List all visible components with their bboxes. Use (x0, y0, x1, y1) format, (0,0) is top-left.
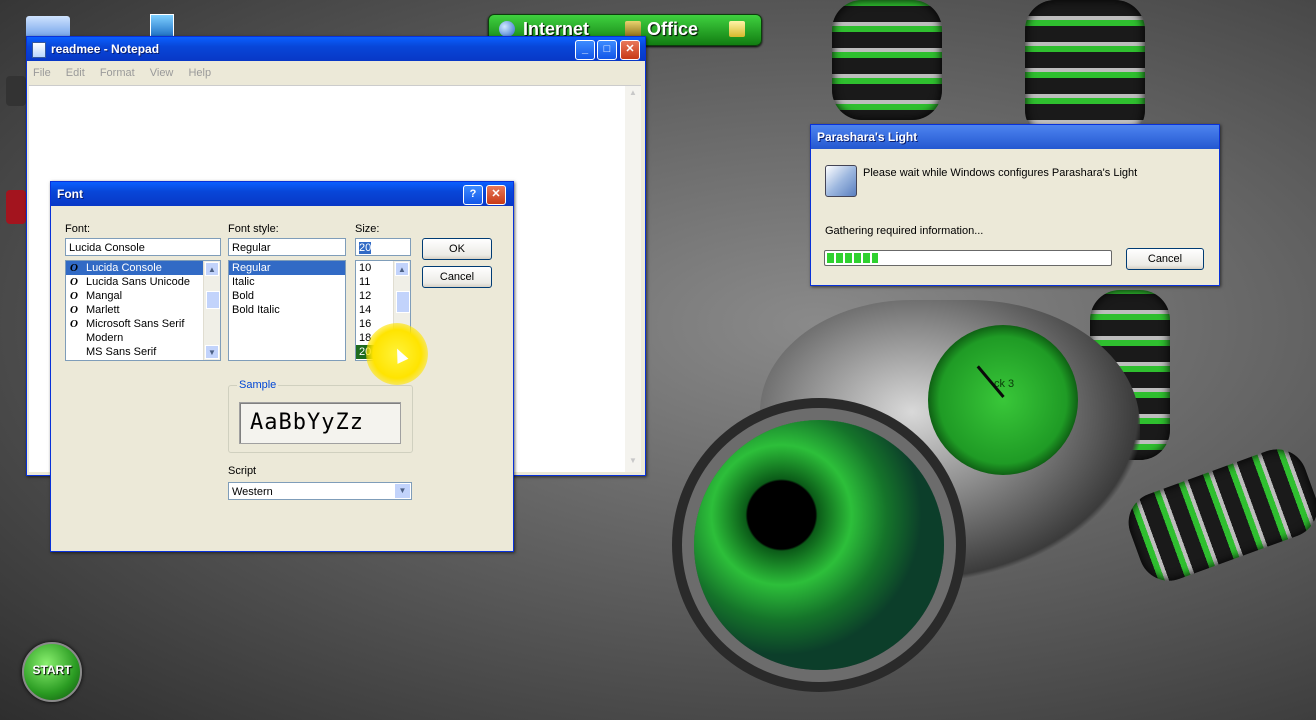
font-dialog-titlebar[interactable]: Font ? ✕ (51, 182, 513, 206)
menu-edit[interactable]: Edit (66, 67, 85, 79)
script-select[interactable]: Western ▼ (228, 482, 412, 500)
green-eye-decoration (694, 420, 944, 670)
notepad-menubar: File Edit Format View Help (33, 67, 223, 79)
font-list-item[interactable]: O Microsoft Sans Serif (66, 317, 220, 331)
installer-titlebar[interactable]: Parashara's Light (811, 125, 1219, 149)
font-input[interactable]: Lucida Console (65, 238, 221, 256)
installer-title: Parashara's Light (817, 130, 918, 144)
installer-progress-bar (824, 250, 1112, 266)
globe-icon (499, 21, 515, 37)
scroll-thumb[interactable] (206, 291, 220, 309)
sample-text: AaBbYyZz (250, 410, 364, 435)
font-list[interactable]: O Lucida Console O Lucida Sans Unicode O Ma… (65, 260, 221, 361)
desktop-icon[interactable] (26, 16, 70, 38)
notepad-title: readmee - Notepad (51, 42, 160, 56)
font-list-item[interactable]: MS Sans Serif (66, 345, 220, 359)
green-tube-decoration (1120, 440, 1316, 590)
minimize-button[interactable]: _ (575, 40, 595, 60)
font-list-item[interactable]: O Mangal (66, 289, 220, 303)
opentype-font-icon: O (70, 318, 78, 330)
scroll-up-icon[interactable]: ▲ (627, 88, 639, 100)
progress-fill (827, 253, 878, 263)
size-input[interactable]: 20 (355, 238, 411, 256)
font-list-item[interactable]: O Lucida Sans Unicode (66, 275, 220, 289)
font-dialog: Font ? ✕ Font: Lucida Console O Lucida Co… (50, 181, 514, 552)
notepad-icon (32, 42, 46, 58)
menu-help[interactable]: Help (188, 67, 211, 79)
font-list-item[interactable]: O Marlett (66, 303, 220, 317)
start-label: START (32, 663, 72, 677)
script-label: Script (228, 465, 257, 477)
font-style-item[interactable]: Regular (229, 261, 345, 275)
installer-cancel-button[interactable]: Cancel (1126, 248, 1204, 270)
notepad-titlebar[interactable]: readmee - Notepad _ □ ✕ (27, 37, 645, 61)
opentype-font-icon: O (70, 262, 78, 274)
sample-group: Sample AaBbYyZz (228, 379, 413, 453)
size-input-value: 20 (359, 242, 372, 254)
sample-preview: AaBbYyZz (239, 402, 401, 444)
office-icon (625, 21, 641, 37)
ok-button[interactable]: OK (422, 238, 492, 260)
font-list-scrollbar[interactable]: ▲ ▼ (203, 261, 220, 360)
opentype-font-icon: O (70, 304, 78, 316)
size-label: Size: (355, 223, 380, 235)
scroll-down-icon[interactable]: ▼ (205, 345, 219, 359)
opentype-font-icon: O (70, 290, 78, 302)
desktop-icon[interactable] (6, 76, 26, 106)
menu-format[interactable]: Format (100, 67, 135, 79)
font-list-item[interactable]: Modern (66, 331, 220, 345)
scroll-up-icon[interactable]: ▲ (205, 262, 219, 276)
help-button[interactable]: ? (463, 185, 483, 205)
toolbar-office[interactable]: Office (647, 19, 698, 40)
cancel-button[interactable]: Cancel (422, 266, 492, 288)
start-button[interactable]: START (22, 642, 82, 702)
opentype-font-icon: O (70, 276, 78, 288)
desktop-icon[interactable] (6, 190, 26, 224)
scroll-up-icon[interactable]: ▲ (395, 262, 409, 276)
desktop-icon[interactable] (150, 14, 174, 38)
close-button[interactable]: ✕ (620, 40, 640, 60)
maximize-button[interactable]: □ (597, 40, 617, 60)
folder-icon[interactable] (729, 21, 745, 37)
chevron-down-icon[interactable]: ▼ (395, 484, 410, 498)
clock-widget: ck 3 (928, 325, 1078, 475)
scroll-down-icon[interactable]: ▼ (627, 456, 639, 468)
font-style-item[interactable]: Bold (229, 289, 345, 303)
font-style-list[interactable]: Regular Italic Bold Bold Italic (228, 260, 346, 361)
font-style-input[interactable]: Regular (228, 238, 346, 256)
font-style-item[interactable]: Bold Italic (229, 303, 345, 317)
menu-file[interactable]: File (33, 67, 51, 79)
green-tube-decoration (1025, 0, 1145, 140)
installer-status: Gathering required information... (825, 225, 984, 237)
scroll-thumb[interactable] (396, 291, 410, 313)
installer-package-icon (825, 165, 857, 197)
menu-view[interactable]: View (150, 67, 174, 79)
installer-message: Please wait while Windows configures Par… (863, 167, 1138, 179)
notepad-scrollbar[interactable]: ▲ ▼ (625, 86, 641, 472)
font-style-item[interactable]: Italic (229, 275, 345, 289)
sample-label: Sample (237, 379, 279, 391)
close-button[interactable]: ✕ (486, 185, 506, 205)
font-dialog-title: Font (57, 187, 83, 201)
font-list-item[interactable]: O Lucida Console (66, 261, 220, 275)
script-select-value: Western (232, 486, 273, 498)
font-style-label: Font style: (228, 223, 279, 235)
green-tube-decoration (832, 0, 942, 120)
font-label: Font: (65, 223, 91, 235)
